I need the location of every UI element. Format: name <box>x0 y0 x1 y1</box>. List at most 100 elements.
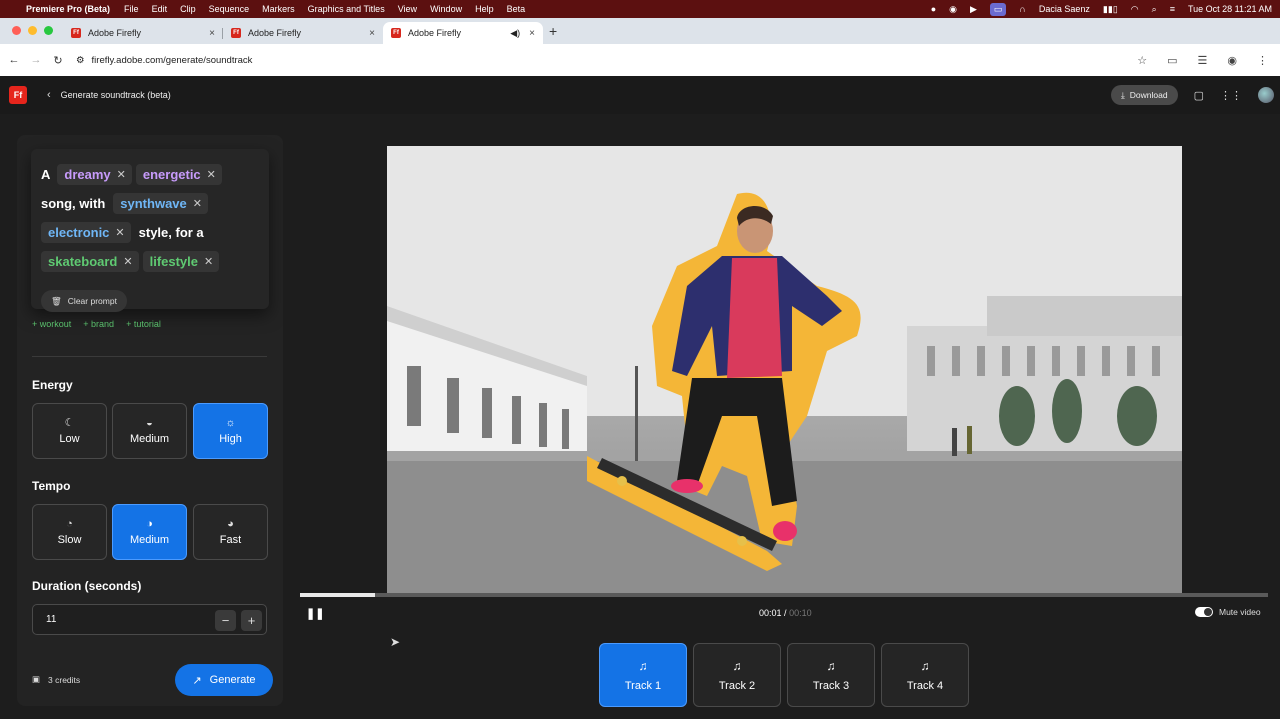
menu-beta[interactable]: Beta <box>507 4 526 14</box>
menu-graphics-and-titles[interactable]: Graphics and Titles <box>308 4 385 14</box>
settings-panel: A dreamy ✕ energetic ✕ song, with synthw… <box>17 135 283 706</box>
browser-tools: ☆ ▭ ☰ ◉ ⋮ <box>1137 54 1280 67</box>
avatar[interactable] <box>1258 87 1274 103</box>
prompt-chip-lifestyle[interactable]: lifestyle ✕ <box>142 251 220 272</box>
playback-progress-bar[interactable] <box>300 593 1268 597</box>
suggestion-chip-workout[interactable]: + workout <box>32 319 71 329</box>
prompt-chip-electronic[interactable]: electronic ✕ <box>41 222 131 243</box>
prompt-chip-dreamy[interactable]: dreamy ✕ <box>57 164 132 185</box>
headphones-icon[interactable]: ∩ <box>1019 4 1025 14</box>
spotlight-search-icon[interactable]: ⌕ <box>1152 4 1157 15</box>
tempo-medium-button[interactable]: ◑ Medium <box>112 504 187 560</box>
record-icon[interactable]: ◉ <box>949 4 957 15</box>
back-chevron-icon[interactable]: ‹ <box>47 89 51 101</box>
prompt-line-2: song, with synthwave ✕ <box>41 193 208 214</box>
zoom-window-button[interactable] <box>44 26 53 35</box>
mute-label: Mute video <box>1219 607 1261 617</box>
tempo-slow-button[interactable]: ◔ Slow <box>32 504 107 560</box>
energy-high-button[interactable]: ☼ High <box>193 403 268 459</box>
track-3-button[interactable]: ♫ Track 3 <box>787 643 875 707</box>
forward-arrow-icon[interactable]: → <box>28 54 44 66</box>
remove-chip-icon[interactable]: ✕ <box>117 168 126 181</box>
browser-tab-1[interactable]: Ff Adobe Firefly × <box>63 22 223 44</box>
more-menu-icon[interactable]: ⋮ <box>1257 54 1268 67</box>
energy-medium-button[interactable]: ◒ Medium <box>112 403 187 459</box>
decrement-button[interactable]: − <box>215 610 236 631</box>
track-4-button[interactable]: ♫ Track 4 <box>881 643 969 707</box>
site-settings-icon[interactable]: ⚙ <box>76 55 85 66</box>
remove-chip-icon[interactable]: ✕ <box>123 255 132 268</box>
menu-clip[interactable]: Clip <box>180 4 196 14</box>
remove-chip-icon[interactable]: ✕ <box>207 168 216 181</box>
close-tab-icon[interactable]: × <box>209 28 215 39</box>
suggestion-chip-brand[interactable]: + brand <box>83 319 114 329</box>
address-bar[interactable]: ⚙ firefly.adobe.com/generate/soundtrack <box>76 55 252 66</box>
prompt-chip-skateboard[interactable]: skateboard ✕ <box>41 251 139 272</box>
energy-label: Energy <box>32 378 73 392</box>
prompt-text: style, for a <box>138 225 204 240</box>
remove-chip-icon[interactable]: ✕ <box>115 226 124 239</box>
battery-icon[interactable]: ▮▮▯ <box>1103 4 1118 15</box>
menu-window[interactable]: Window <box>430 4 462 14</box>
reading-list-icon[interactable]: ☰ <box>1198 54 1208 67</box>
energy-option-label: Low <box>59 433 80 445</box>
bookmark-star-icon[interactable]: ☆ <box>1137 54 1147 67</box>
close-window-button[interactable] <box>12 26 21 35</box>
url-text[interactable]: firefly.adobe.com/generate/soundtrack <box>92 55 253 66</box>
screen-share-icon[interactable]: ▭ <box>989 2 1007 16</box>
energy-low-button[interactable]: ☾ Low <box>32 403 107 459</box>
reload-icon[interactable]: ↻ <box>50 54 66 67</box>
new-tab-icon[interactable]: + <box>543 23 565 44</box>
prompt-chip-synthwave[interactable]: synthwave ✕ <box>113 193 208 214</box>
progress-fill <box>300 593 375 597</box>
menu-help[interactable]: Help <box>475 4 494 14</box>
download-button[interactable]: ⤓ Download <box>1111 85 1178 105</box>
tempo-option-label: Medium <box>129 534 170 546</box>
increment-button[interactable]: + <box>241 610 262 631</box>
duration-input[interactable]: 11 <box>46 614 56 625</box>
mute-video-toggle[interactable]: Mute video <box>1195 607 1261 617</box>
remove-chip-icon[interactable]: ✕ <box>193 197 202 210</box>
generate-button[interactable]: ↗ Generate <box>175 664 273 696</box>
track-1-button[interactable]: ♫ Track 1 <box>599 643 687 707</box>
generate-icon: ↗ <box>192 674 202 687</box>
menubar-app-name[interactable]: Premiere Pro (Beta) <box>26 4 110 14</box>
menu-markers[interactable]: Markers <box>262 4 295 14</box>
prompt-chip-energetic[interactable]: energetic ✕ <box>135 164 222 185</box>
play-circle-icon[interactable]: ▶ <box>970 4 977 15</box>
menu-view[interactable]: View <box>398 4 417 14</box>
cast-icon[interactable]: ▭ <box>1167 54 1177 67</box>
feedback-icon[interactable]: ▢ <box>1194 89 1204 102</box>
prompt-box[interactable]: A dreamy ✕ energetic ✕ song, with synthw… <box>31 149 269 312</box>
suggestion-chip-tutorial[interactable]: + tutorial <box>126 319 161 329</box>
profile-icon[interactable]: ◉ <box>1227 54 1237 67</box>
creative-cloud-icon[interactable]: ● <box>931 4 936 14</box>
menu-sequence[interactable]: Sequence <box>209 4 250 14</box>
close-tab-icon[interactable]: × <box>369 28 375 39</box>
menubar-user-name[interactable]: Dacia Saenz <box>1039 4 1090 14</box>
browser-tab-3-active[interactable]: Ff Adobe Firefly ◀) × <box>383 22 543 44</box>
close-tab-icon[interactable]: × <box>529 28 535 39</box>
control-center-icon[interactable]: ≡ <box>1170 4 1175 14</box>
apps-grid-icon[interactable]: ⋮⋮ <box>1220 89 1242 102</box>
prompt-line-1: A dreamy ✕ energetic ✕ <box>41 164 222 185</box>
track-2-button[interactable]: ♫ Track 2 <box>693 643 781 707</box>
firefly-logo-icon[interactable]: Ff <box>9 86 27 104</box>
toggle-switch[interactable] <box>1195 607 1213 617</box>
back-arrow-icon[interactable]: ← <box>6 54 22 66</box>
pause-icon[interactable]: ❚❚ <box>306 607 324 620</box>
menu-file[interactable]: File <box>124 4 139 14</box>
credits-indicator: ▣ 3 credits <box>32 674 80 685</box>
clear-prompt-button[interactable]: 🗑 Clear prompt <box>41 290 127 312</box>
browser-tab-2[interactable]: Ff Adobe Firefly × <box>223 22 383 44</box>
menu-edit[interactable]: Edit <box>152 4 168 14</box>
tempo-fast-button[interactable]: ◕ Fast <box>193 504 268 560</box>
chip-label: synthwave <box>120 196 187 211</box>
download-label: Download <box>1129 90 1168 100</box>
video-preview[interactable] <box>387 146 1182 594</box>
speaker-icon[interactable]: ◀) <box>510 28 520 39</box>
minimize-window-button[interactable] <box>28 26 37 35</box>
menubar-datetime[interactable]: Tue Oct 28 11:21 AM <box>1188 4 1272 14</box>
wifi-icon[interactable]: ◠ <box>1131 4 1139 15</box>
remove-chip-icon[interactable]: ✕ <box>204 255 213 268</box>
